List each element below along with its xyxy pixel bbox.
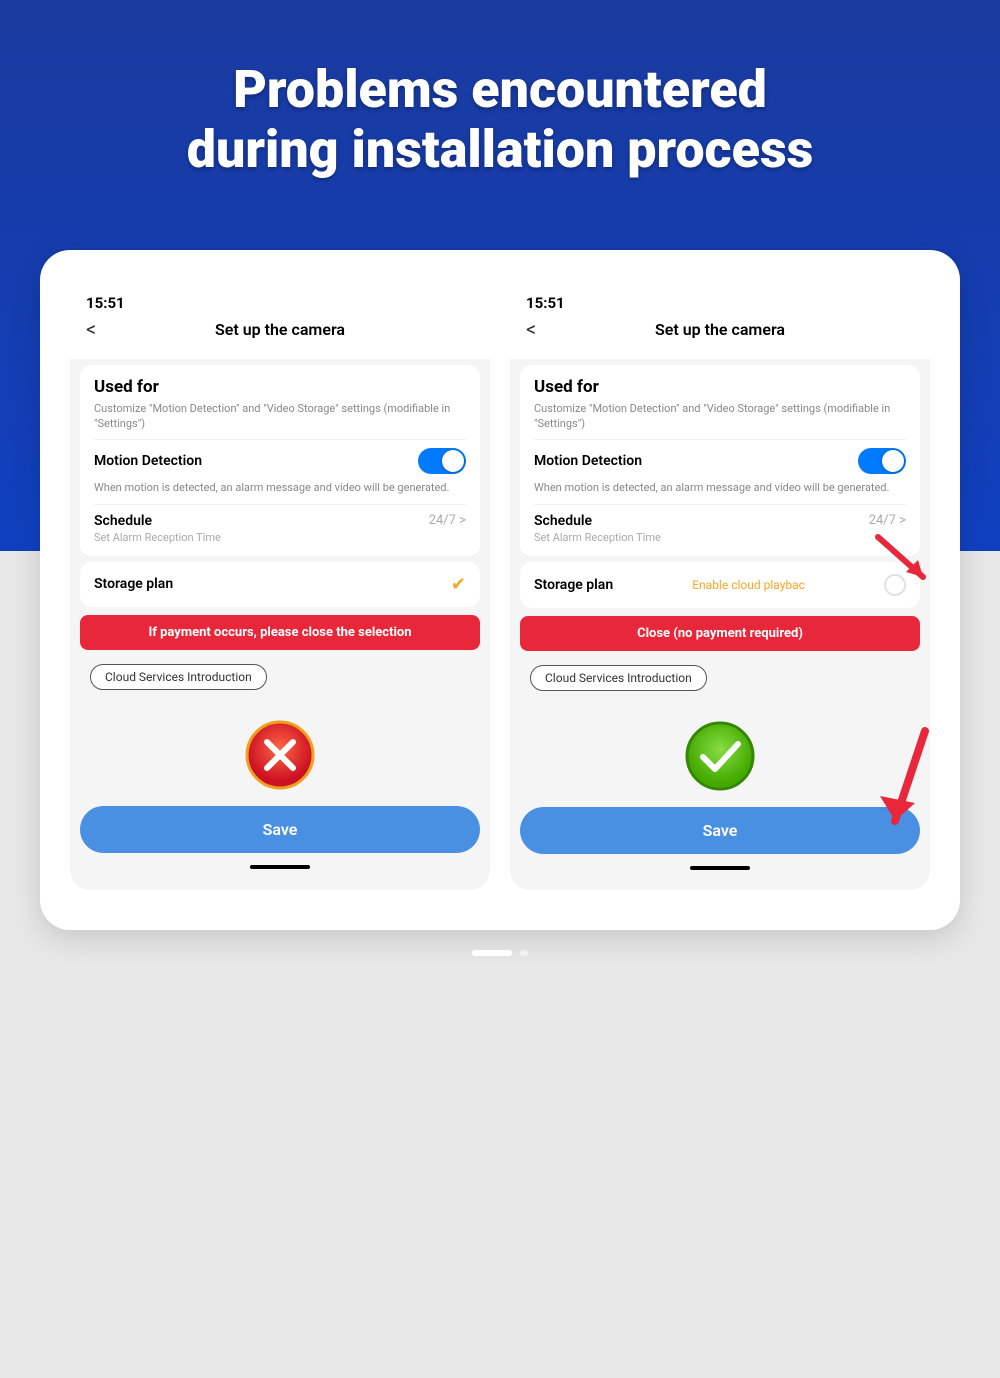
left-phone-bottom: Save [70,700,490,889]
right-schedule-row[interactable]: Schedule 24/7 > [534,513,906,529]
left-nav-bar: < Set up the camera [86,320,474,339]
left-storage-check-icon: ✔ [451,574,466,595]
left-motion-row: Motion Detection [94,448,466,474]
left-used-for-title: Used for [94,377,466,397]
right-nav-bar: < Set up the camera [526,320,914,339]
bottom-dots [472,950,528,956]
header-section: Problems encounteredduring installation … [0,0,1000,230]
right-status-icon-wrap [685,721,755,795]
dot-small [520,950,528,956]
right-divider-1 [534,439,906,440]
right-phone-top: 15:51 < Set up the camera [510,280,930,359]
right-used-for-card: Used for Customize "Motion Detection" an… [520,365,920,556]
left-alarm-label: Set Alarm Reception Time [94,531,466,544]
left-error-icon [245,720,315,790]
right-home-bar [690,866,750,870]
right-motion-desc: When motion is detected, an alarm messag… [534,480,906,495]
right-used-for-title: Used for [534,377,906,397]
right-motion-toggle[interactable] [858,448,906,474]
left-save-button[interactable]: Save [80,806,480,853]
left-divider-1 [94,439,466,440]
right-back-button[interactable]: < [526,317,536,341]
left-phone-top: 15:51 < Set up the camera [70,280,490,359]
left-motion-toggle[interactable] [418,448,466,474]
right-alarm-label: Set Alarm Reception Time [534,531,906,544]
phones-container: 15:51 < Set up the camera Used for Custo… [70,280,930,890]
right-arrow-to-save [865,721,945,851]
right-cloud-text: Enable cloud playbac [692,578,805,592]
right-cloud-intro-button[interactable]: Cloud Services Introduction [530,665,707,691]
right-storage-card: Storage plan Enable cloud playbac [520,562,920,608]
right-arrow-to-circle [868,532,938,592]
right-close-banner: Close (no payment required) [520,616,920,651]
right-nav-title: Set up the camera [655,320,785,339]
right-status-bar: 15:51 [526,294,914,312]
content-card: 15:51 < Set up the camera Used for Custo… [40,250,960,930]
left-status-icon-wrap [245,720,315,794]
page-title: Problems encounteredduring installation … [80,60,920,180]
left-home-bar [250,865,310,869]
left-nav-title: Set up the camera [215,320,345,339]
right-used-for-desc: Customize "Motion Detection" and "Video … [534,401,906,432]
right-storage-label: Storage plan [534,577,613,593]
left-used-for-desc: Customize "Motion Detection" and "Video … [94,401,466,432]
left-schedule-value: 24/7 > [429,513,466,528]
right-motion-row: Motion Detection [534,448,906,474]
left-status-bar: 15:51 [86,294,474,312]
left-back-button[interactable]: < [86,317,96,341]
left-schedule-label: Schedule [94,513,152,529]
left-storage-row: Storage plan ✔ [94,574,466,595]
left-cloud-intro-button[interactable]: Cloud Services Introduction [90,664,267,690]
right-schedule-value: 24/7 > [869,513,906,528]
right-save-button[interactable]: Save [520,807,920,854]
right-divider-2 [534,504,906,505]
right-check-icon [685,721,755,791]
right-storage-row: Storage plan Enable cloud playbac [534,574,906,596]
right-phone-panel: 15:51 < Set up the camera Used for Custo… [510,280,930,890]
left-motion-desc: When motion is detected, an alarm messag… [94,480,466,495]
right-phone-bottom: Save [510,701,930,890]
right-motion-label: Motion Detection [534,453,642,469]
left-used-for-card: Used for Customize "Motion Detection" an… [80,365,480,556]
left-storage-card: Storage plan ✔ [80,562,480,607]
right-schedule-label: Schedule [534,513,592,529]
dot-long [472,950,512,956]
right-cloud-intro-wrap: Cloud Services Introduction [520,659,920,697]
left-motion-label: Motion Detection [94,453,202,469]
left-red-banner: If payment occurs, please close the sele… [80,615,480,650]
left-phone-panel: 15:51 < Set up the camera Used for Custo… [70,280,490,890]
left-storage-label: Storage plan [94,576,173,592]
left-divider-2 [94,504,466,505]
left-schedule-row[interactable]: Schedule 24/7 > [94,513,466,529]
left-cloud-intro-wrap: Cloud Services Introduction [80,658,480,696]
